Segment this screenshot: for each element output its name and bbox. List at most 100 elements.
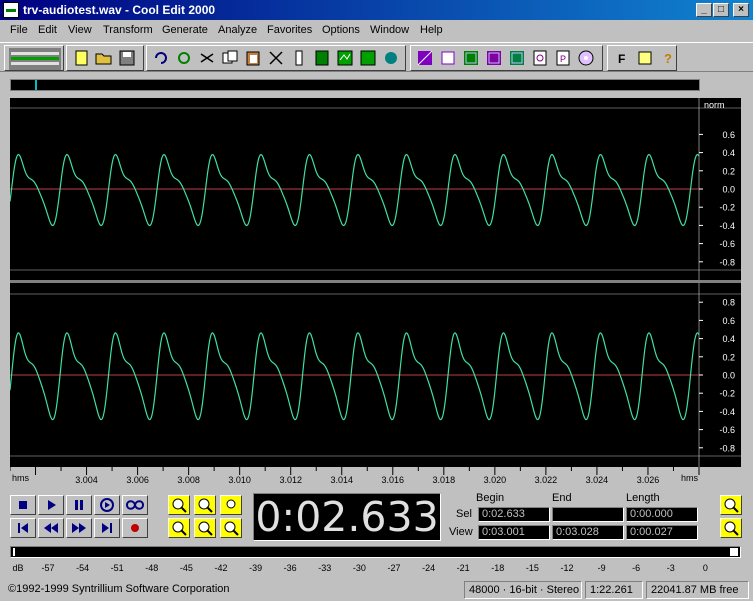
menu-file[interactable]: File bbox=[10, 24, 28, 36]
menu-options[interactable]: Options bbox=[322, 24, 360, 36]
go-to-end-icon[interactable] bbox=[94, 518, 120, 538]
open-file-icon[interactable] bbox=[93, 48, 115, 70]
selection-info: Begin End Length Sel View 0:02.633 0:00.… bbox=[444, 491, 716, 543]
repeat-last-icon[interactable] bbox=[173, 48, 195, 70]
play-icon[interactable] bbox=[357, 48, 379, 70]
copy-icon[interactable] bbox=[219, 48, 241, 70]
play-to-end-icon[interactable] bbox=[94, 495, 120, 515]
svg-text:F: F bbox=[618, 52, 625, 66]
close-button[interactable]: × bbox=[733, 3, 749, 17]
paste-icon[interactable] bbox=[242, 48, 264, 70]
save-file-icon[interactable] bbox=[116, 48, 138, 70]
level-meter-clip-indicator[interactable] bbox=[730, 548, 738, 556]
sel-length-field[interactable]: 0:00.000 bbox=[626, 507, 698, 522]
zoom-selection-icon[interactable] bbox=[168, 518, 190, 538]
level-meter bbox=[10, 546, 741, 558]
multitrack-toggle-icon[interactable] bbox=[9, 48, 61, 70]
view-begin-field[interactable]: 0:03.001 bbox=[478, 525, 550, 540]
menu-analyze[interactable]: Analyze bbox=[218, 24, 257, 36]
view-range-marker[interactable] bbox=[35, 80, 37, 90]
level-scale-tick: -15 bbox=[525, 563, 539, 573]
menu-generate[interactable]: Generate bbox=[162, 24, 208, 36]
time-tick-label: 3.006 bbox=[126, 475, 149, 485]
level-scale-tick: -27 bbox=[387, 563, 401, 573]
help-icon[interactable]: ? bbox=[657, 48, 679, 70]
rewind-icon[interactable] bbox=[38, 518, 64, 538]
zoom-out-icon[interactable] bbox=[194, 495, 216, 515]
grid-icon[interactable] bbox=[483, 48, 505, 70]
cd-icon[interactable] bbox=[575, 48, 597, 70]
go-to-start-icon[interactable] bbox=[10, 518, 36, 538]
amplitude-tick-label: 0.0 bbox=[722, 185, 735, 195]
menu-transform[interactable]: Transform bbox=[103, 24, 153, 36]
time-tick-label: 3.024 bbox=[586, 475, 609, 485]
mix-paste-icon[interactable] bbox=[265, 48, 287, 70]
record-icon[interactable] bbox=[122, 518, 148, 538]
frequency-icon[interactable] bbox=[529, 48, 551, 70]
sel-end-field[interactable] bbox=[552, 507, 624, 522]
clipboard-icon[interactable] bbox=[311, 48, 333, 70]
pause-icon[interactable] bbox=[66, 495, 92, 515]
audio-format: 48000 · 16-bit · Stereo bbox=[464, 581, 582, 599]
amplitude-tick-label: 0.0 bbox=[722, 371, 735, 381]
view-end-field[interactable]: 0:03.028 bbox=[552, 525, 624, 540]
zoom-right-icon[interactable] bbox=[220, 518, 242, 538]
level-scale: dB -57 -54 -51 -48 -45 -42 -39 -36 -33 -30 -27 -24 -2… bbox=[10, 560, 741, 576]
zoom-full-icon[interactable] bbox=[220, 495, 242, 515]
new-file-icon[interactable] bbox=[70, 48, 92, 70]
amplitude-tick-label: -0.4 bbox=[719, 407, 735, 417]
wave-info-icon[interactable]: F bbox=[611, 48, 633, 70]
menu-view[interactable]: View bbox=[68, 24, 92, 36]
toolbar-group-mode bbox=[4, 45, 64, 71]
cut-icon[interactable] bbox=[196, 48, 218, 70]
waveform-plot[interactable]: 0.6 0.4 0.2 0.0 -0.2 -0.4 -0.6 -0.8 0.8 0.6 0.4 0.2… bbox=[10, 98, 741, 486]
menu-favorites[interactable]: Favorites bbox=[267, 24, 312, 36]
level-scale-tick: -42 bbox=[214, 563, 228, 573]
stop-icon[interactable] bbox=[10, 495, 36, 515]
waveform-display[interactable]: 0.6 0.4 0.2 0.0 -0.2 -0.4 -0.6 -0.8 0.8 0.6 0.4 0.2… bbox=[10, 98, 741, 486]
transport-controls bbox=[10, 493, 155, 541]
free-space: 22041.87 MB free bbox=[646, 581, 749, 599]
zoom-out-vertical-icon[interactable] bbox=[720, 495, 742, 515]
menu-help[interactable]: Help bbox=[420, 24, 443, 36]
loop-icon[interactable] bbox=[414, 48, 436, 70]
time-tick-label: 3.022 bbox=[535, 475, 558, 485]
amplitude-tick-label: 0.6 bbox=[722, 130, 735, 140]
overview-range-bar[interactable] bbox=[10, 79, 700, 91]
amplitude-tick-label: -0.2 bbox=[719, 389, 735, 399]
level-scale-tick: -36 bbox=[283, 563, 297, 573]
maximize-button[interactable]: □ bbox=[713, 3, 729, 17]
spectral-icon[interactable] bbox=[437, 48, 459, 70]
zoom-in-icon[interactable] bbox=[168, 495, 190, 515]
time-ruler bbox=[10, 467, 741, 486]
svg-text:?: ? bbox=[664, 51, 672, 66]
menu-edit[interactable]: Edit bbox=[38, 24, 57, 36]
vertical-zoom-controls bbox=[718, 493, 744, 541]
cue-list-icon[interactable]: P bbox=[552, 48, 574, 70]
menu-window[interactable]: Window bbox=[370, 24, 409, 36]
amplitude-tick-label: -0.2 bbox=[719, 203, 735, 213]
toolbar-group-view: P bbox=[410, 45, 603, 71]
zoom-left-icon[interactable] bbox=[194, 518, 216, 538]
copyright-text: ©1992-1999 Syntrillium Software Corporat… bbox=[8, 583, 230, 595]
settings-icon[interactable] bbox=[460, 48, 482, 70]
view-length-field[interactable]: 0:00.027 bbox=[626, 525, 698, 540]
level-scale-tick: -21 bbox=[456, 563, 470, 573]
multiselect-icon[interactable] bbox=[506, 48, 528, 70]
sel-begin-field[interactable]: 0:02.633 bbox=[478, 507, 550, 522]
zoom-controls bbox=[166, 493, 248, 541]
undo-icon[interactable] bbox=[150, 48, 172, 70]
amplitude-tick-label: 0.8 bbox=[722, 298, 735, 308]
scissors-icon[interactable] bbox=[288, 48, 310, 70]
play-icon[interactable] bbox=[38, 495, 64, 515]
zoom-in-vertical-icon[interactable] bbox=[720, 518, 742, 538]
amplitude-tick-label: -0.6 bbox=[719, 425, 735, 435]
window-title: trv-audiotest.wav - Cool Edit 2000 bbox=[23, 3, 216, 17]
minimize-button[interactable]: _ bbox=[696, 3, 712, 17]
loop-play-icon[interactable] bbox=[122, 495, 148, 515]
record-icon[interactable] bbox=[380, 48, 402, 70]
play-list-icon[interactable] bbox=[634, 48, 656, 70]
app-icon[interactable] bbox=[3, 2, 19, 18]
fast-forward-icon[interactable] bbox=[66, 518, 92, 538]
trim-icon[interactable] bbox=[334, 48, 356, 70]
